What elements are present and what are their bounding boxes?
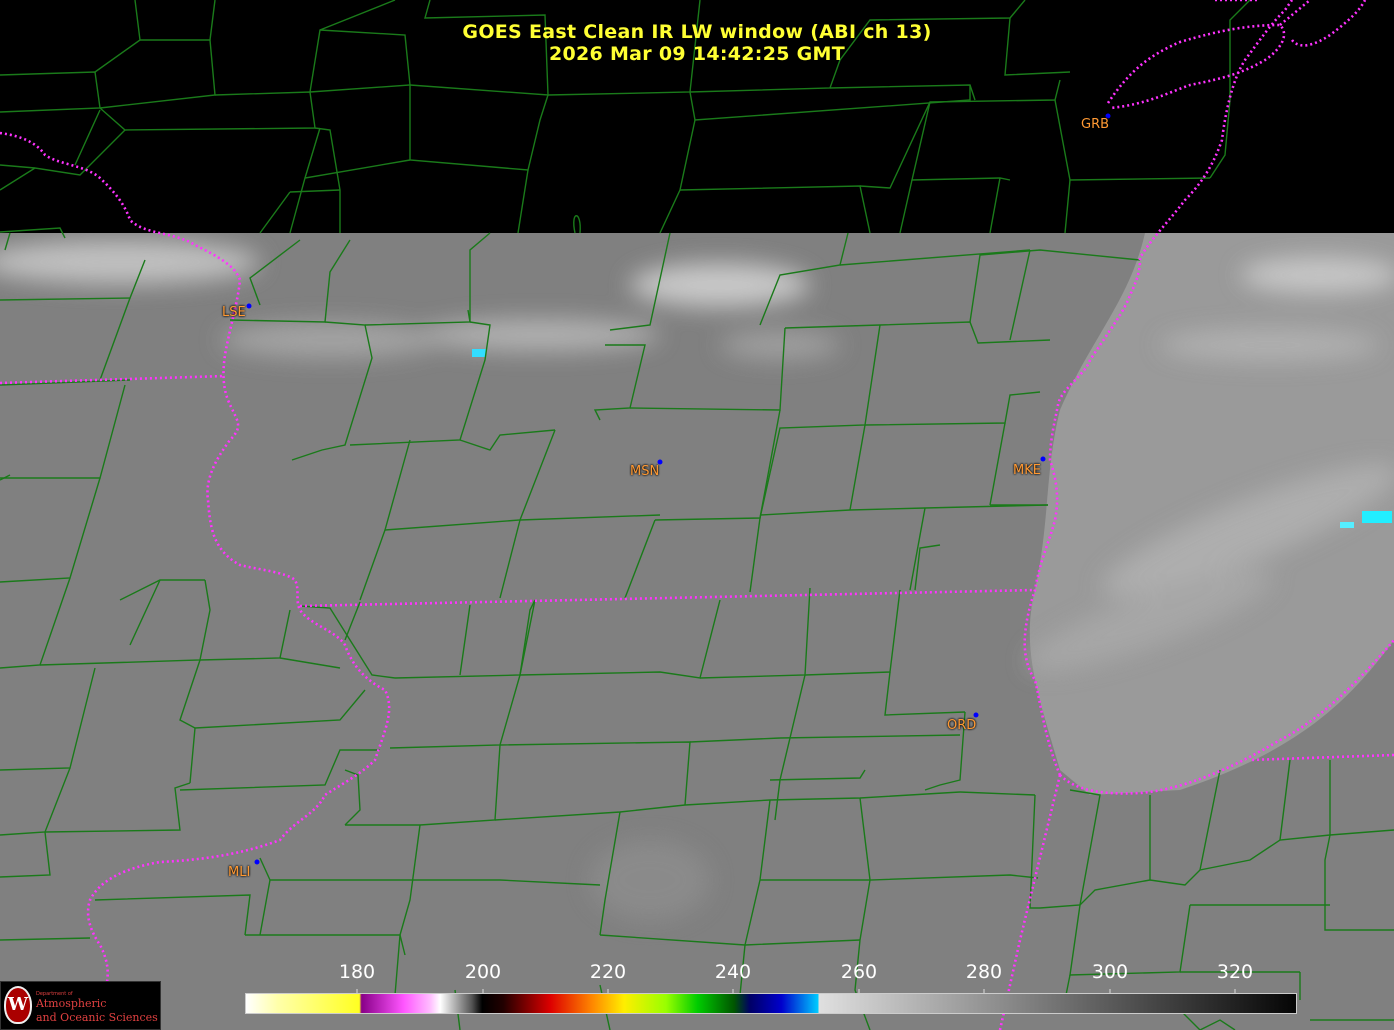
- temperature-colorbar: [245, 993, 1297, 1014]
- uw-seal-icon: W: [4, 986, 32, 1024]
- station-label-mli: MLI: [228, 865, 251, 880]
- station-dot-ord: [973, 712, 979, 718]
- station-label-msn: MSN: [630, 464, 660, 479]
- colorbar-tick-label: 300: [1091, 961, 1129, 983]
- colorbar-tick-label: 180: [338, 961, 376, 983]
- satellite-image-view: GOES East Clean IR LW window (ABI ch 13)…: [0, 0, 1394, 1030]
- station-dot-lse: [246, 303, 252, 309]
- station-label-grb: GRB: [1081, 117, 1110, 132]
- logo-line1: Atmospheric: [36, 997, 107, 1010]
- colorbar-tick-label: 280: [965, 961, 1003, 983]
- colorbar-tick-label: 200: [464, 961, 502, 983]
- colorbar-tick-label: 320: [1216, 961, 1254, 983]
- aos-logo: W Department of Atmospheric and Oceanic …: [0, 981, 161, 1030]
- station-dot-mke: [1040, 456, 1046, 462]
- station-dot-mli: [254, 859, 260, 865]
- logo-line2: and Oceanic Sciences: [36, 1011, 158, 1024]
- colorbar-tick-label: 220: [589, 961, 627, 983]
- ir-imagery: [0, 0, 1394, 1030]
- station-label-mke: MKE: [1013, 463, 1041, 478]
- image-timestamp: 2026 Mar 09 14:42:25 GMT: [548, 43, 846, 65]
- station-label-ord: ORD: [947, 718, 977, 733]
- colorbar-tick-label: 240: [714, 961, 752, 983]
- station-label-lse: LSE: [222, 305, 246, 320]
- colorbar-tick-label: 260: [840, 961, 878, 983]
- image-title: GOES East Clean IR LW window (ABI ch 13): [462, 21, 932, 43]
- satellite-map: [0, 0, 1394, 1030]
